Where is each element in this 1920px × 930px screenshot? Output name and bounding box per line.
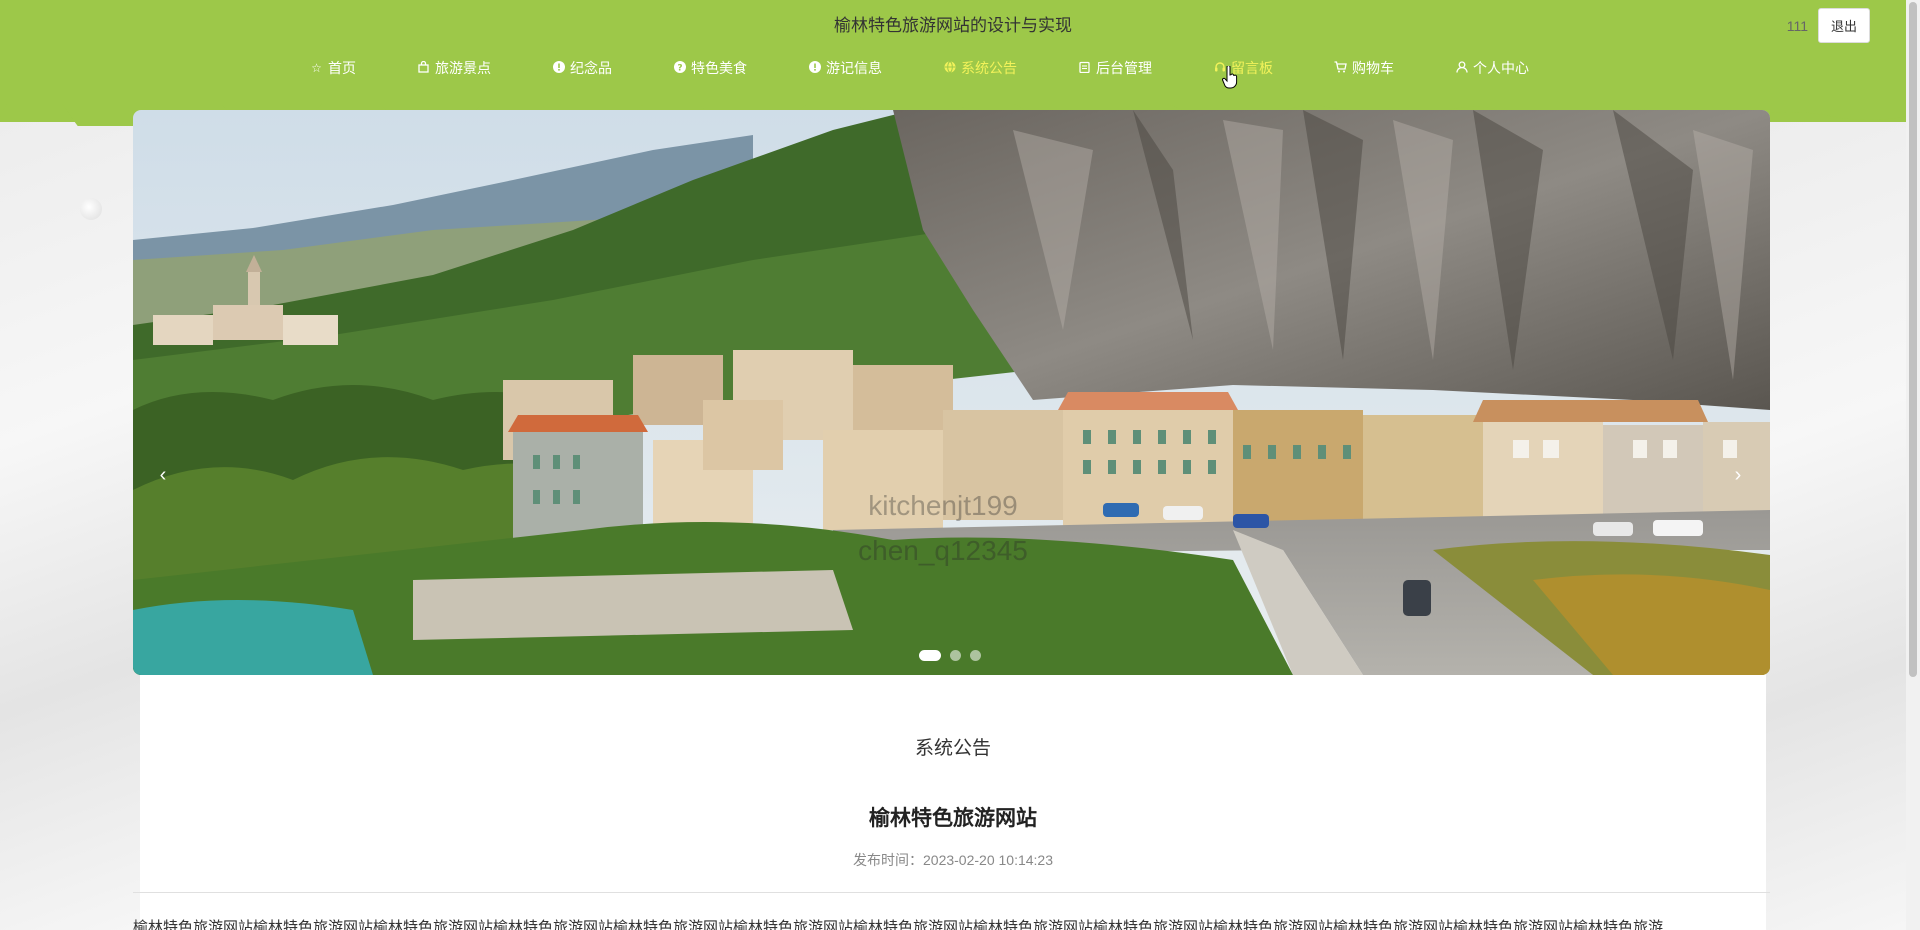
nav-item-profile[interactable]: 个人中心: [1455, 58, 1529, 78]
nav-item-home[interactable]: ☆ 首页: [310, 58, 356, 78]
globe-icon: [943, 60, 956, 76]
divider: [133, 892, 1770, 893]
nav-item-food[interactable]: ? 特色美食: [673, 58, 747, 78]
nav-item-label: 纪念品: [570, 60, 612, 76]
notice-publish-time: 发布时间：2023-02-20 10:14:23: [0, 850, 1906, 870]
bag-icon: [417, 60, 430, 76]
notice-body-text: 榆林特色旅游网站榆林特色旅游网站榆林特色旅游网站榆林特色旅游网站榆林特色旅游网站…: [133, 919, 1664, 930]
site-title: 榆林特色旅游网站的设计与实现: [834, 16, 1072, 35]
nav-item-souvenirs[interactable]: 纪念品: [552, 58, 612, 78]
user-area: 111 退出: [1787, 8, 1870, 43]
username-label: 111: [1786, 17, 1808, 34]
nav-item-label: 游记信息: [826, 60, 882, 76]
main-nav: ☆ 首页 旅游景点 纪念品 ? 特色美食 游记信息 系统公告 后台管理 留言板 …: [310, 58, 1590, 78]
nav-item-label: 系统公告: [961, 60, 1017, 76]
carousel-slide-image: [133, 110, 1770, 675]
cart-icon: [1334, 60, 1347, 76]
nav-item-admin[interactable]: 后台管理: [1078, 58, 1152, 78]
question-icon: ?: [673, 60, 686, 76]
nav-item-label: 旅游景点: [435, 60, 491, 76]
nav-item-attractions[interactable]: 旅游景点: [417, 58, 491, 78]
nav-item-label: 后台管理: [1096, 60, 1152, 76]
carousel-dot[interactable]: [970, 650, 981, 661]
section-title: 系统公告: [914, 738, 991, 759]
scrollbar-thumb[interactable]: [1909, 2, 1917, 677]
nav-item-label: 特色美食: [691, 60, 747, 76]
hand-cursor-icon: [1222, 66, 1238, 89]
carousel-dot[interactable]: [950, 650, 961, 661]
star-icon: ☆: [311, 61, 322, 75]
watermark-text: kitchenjt199: [868, 490, 1018, 521]
clipboard-icon: [1078, 61, 1091, 76]
notice-title: 榆林特色旅游网站: [869, 807, 1037, 830]
carousel-prev-arrow[interactable]: ‹: [153, 460, 173, 490]
nav-item-label: 购物车: [1352, 60, 1394, 76]
svg-text:?: ?: [677, 63, 682, 73]
nav-item-announcements[interactable]: 系统公告: [943, 58, 1017, 78]
carousel-indicators: [919, 650, 981, 661]
nav-item-cart[interactable]: 购物车: [1334, 58, 1394, 78]
publish-time-label: 发布时间：: [853, 852, 923, 868]
nav-item-travelogues[interactable]: 游记信息: [808, 58, 882, 78]
carousel-next-arrow[interactable]: ›: [1728, 460, 1748, 490]
nav-item-label: 首页: [328, 60, 356, 76]
publish-time-value: 2023-02-20 10:14:23: [923, 852, 1053, 868]
info-icon: [808, 60, 821, 76]
carousel-dot[interactable]: [919, 650, 941, 661]
watermark-text: chen_q12345: [858, 535, 1028, 566]
top-header: 榆林特色旅游网站的设计与实现 111 退出 ☆ 首页 旅游景点 纪念品 ? 特色…: [0, 0, 1906, 126]
page-scrollbar[interactable]: [1906, 0, 1920, 930]
nav-item-label: 个人中心: [1473, 60, 1529, 76]
hero-carousel[interactable]: ‹ › kitchenjt199 chen_q12345: [133, 110, 1770, 675]
logout-button[interactable]: 退出: [1817, 8, 1870, 43]
user-icon: [1455, 60, 1468, 76]
info-icon: [552, 60, 565, 76]
